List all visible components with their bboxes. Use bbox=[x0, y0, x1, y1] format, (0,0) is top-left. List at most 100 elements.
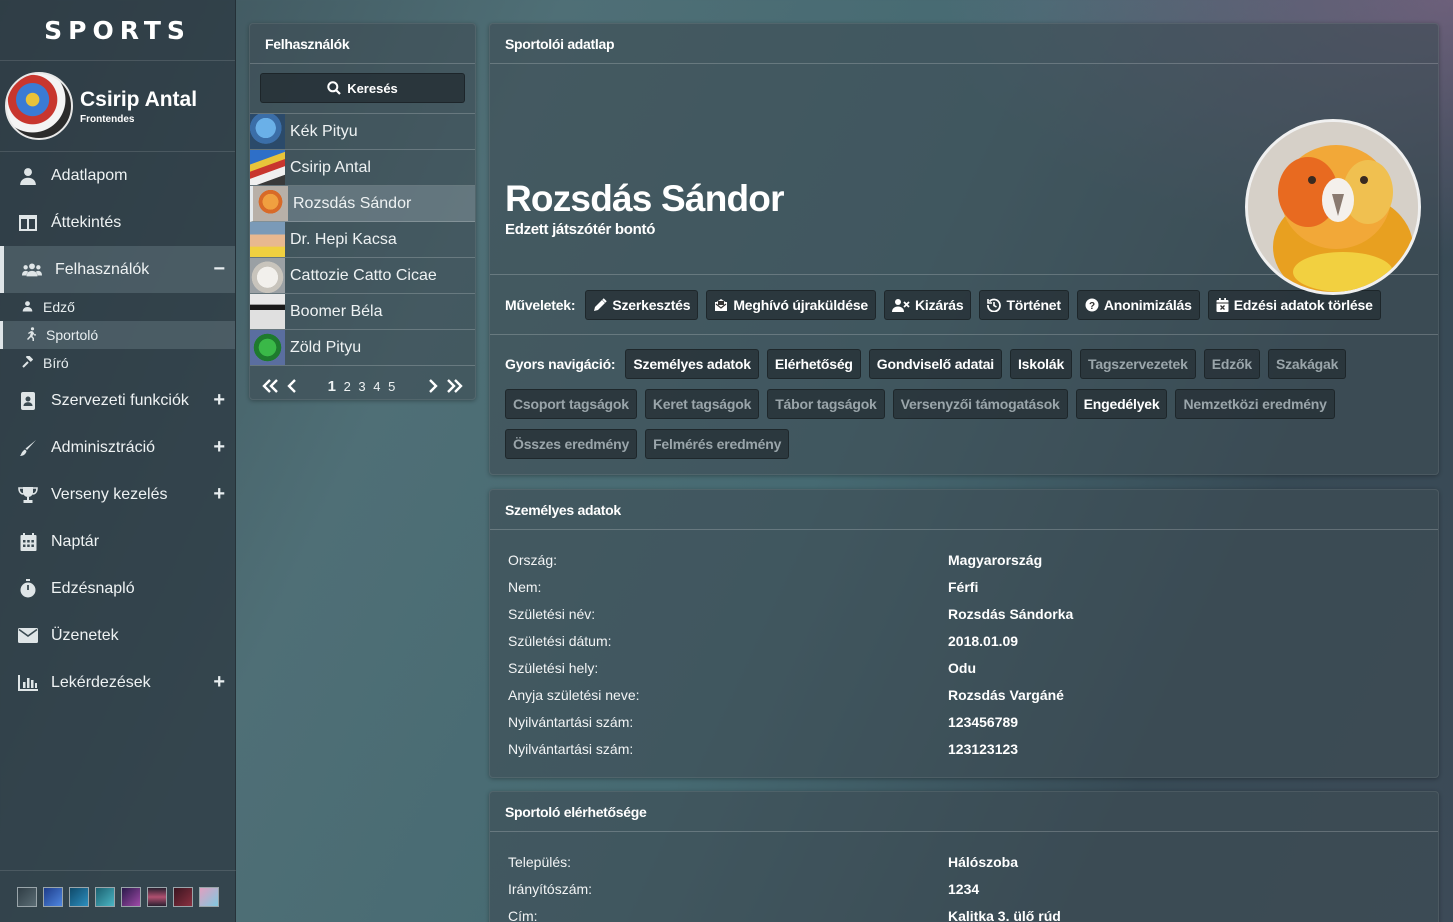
expand-icon[interactable]: + bbox=[213, 671, 225, 694]
athlete-profile-panel: Sportolói adatlap Rozsdás Sándor Edzett … bbox=[489, 23, 1439, 475]
field-label: Nyilvántartási szám: bbox=[508, 740, 634, 757]
nav-item-verseny-kezeles[interactable]: Verseny kezelés + bbox=[0, 471, 235, 518]
quicknav-group-memberships[interactable]: Csoport tagságok bbox=[505, 389, 637, 419]
next-page-icon[interactable] bbox=[428, 379, 438, 393]
quicknav-label: Gyors navigáció: bbox=[505, 356, 616, 372]
search-button[interactable]: Keresés bbox=[260, 73, 465, 103]
other-pages[interactable]: 2 3 4 5 bbox=[344, 379, 398, 394]
pagination: 1 2 3 4 5 bbox=[250, 366, 475, 406]
page-numbers[interactable]: 1 2 3 4 5 bbox=[297, 378, 428, 395]
current-user[interactable]: Csirip Antal Frontendes bbox=[0, 60, 235, 152]
nav-label: Adminisztráció bbox=[51, 438, 156, 456]
nav-label: Adatlapom bbox=[51, 166, 128, 184]
nav-label: Edzésnapló bbox=[51, 579, 135, 597]
theme-swatch[interactable] bbox=[121, 886, 141, 907]
list-item[interactable]: Rozsdás Sándor bbox=[250, 186, 475, 222]
avatar bbox=[250, 294, 285, 329]
nav-item-attekintes[interactable]: Áttekintés bbox=[0, 199, 235, 246]
theme-swatch[interactable] bbox=[147, 886, 167, 907]
theme-swatch[interactable] bbox=[69, 886, 89, 907]
actions-label: Műveletek: bbox=[505, 296, 576, 313]
quicknav-member-orgs[interactable]: Tagszervezetek bbox=[1080, 349, 1196, 379]
calendar-icon bbox=[18, 532, 38, 552]
users-icon bbox=[22, 260, 42, 280]
resend-invite-button[interactable]: Meghívó újraküldése bbox=[706, 289, 877, 320]
field-value: Rozsdás Sándorka bbox=[948, 605, 1074, 622]
ban-button[interactable]: Kizárás bbox=[884, 289, 972, 320]
quicknav-schools[interactable]: Iskolák bbox=[1009, 349, 1073, 379]
nav-label: Üzenetek bbox=[51, 626, 119, 644]
quicknav-camp-memberships[interactable]: Tábor tagságok bbox=[767, 389, 885, 419]
anonymize-button[interactable]: ? Anonimizálás bbox=[1076, 289, 1200, 320]
data-row: Nyilvántartási szám: 123123123 bbox=[490, 735, 1438, 762]
user-list-title: Felhasználók bbox=[250, 24, 475, 64]
quicknav-licenses[interactable]: Engedélyek bbox=[1075, 389, 1168, 419]
current-user-role: Frontendes bbox=[80, 113, 135, 125]
quicknav-international-results[interactable]: Nemzetközi eredmény bbox=[1175, 389, 1335, 419]
athlete-subtitle: Edzett játszótér bontó bbox=[505, 221, 656, 238]
field-value: 123123123 bbox=[948, 740, 1019, 757]
stopwatch-icon bbox=[18, 579, 38, 599]
collapse-icon[interactable]: − bbox=[213, 258, 225, 281]
data-row: Cím: Kalitka 3. ülő rúd bbox=[490, 902, 1438, 922]
nav-item-naptar[interactable]: Naptár bbox=[0, 518, 235, 565]
list-item[interactable]: Zöld Pityu bbox=[250, 330, 475, 366]
list-item[interactable]: Kék Pityu bbox=[250, 114, 475, 150]
subnav-item-sportolo[interactable]: Sportoló bbox=[0, 321, 235, 349]
prev-page-icon[interactable] bbox=[287, 379, 297, 393]
nav-item-adminisztracio[interactable]: Adminisztráció + bbox=[0, 424, 235, 471]
subnav-item-biro[interactable]: Bíró bbox=[0, 349, 235, 377]
first-page-icon[interactable] bbox=[262, 379, 280, 393]
nav-item-edzesnaplo[interactable]: Edzésnapló bbox=[0, 565, 235, 612]
data-row: Nem: Férfi bbox=[490, 573, 1438, 600]
quicknav-athlete-support[interactable]: Versenyzői támogatások bbox=[892, 389, 1068, 419]
brand-logo[interactable]: SPORTS bbox=[0, 0, 235, 60]
theme-swatch[interactable] bbox=[173, 886, 193, 907]
list-item[interactable]: Csirip Antal bbox=[250, 150, 475, 186]
address-book-icon bbox=[18, 391, 38, 411]
last-page-icon[interactable] bbox=[445, 379, 463, 393]
quicknav-personal[interactable]: Személyes adatok bbox=[625, 349, 759, 379]
theme-swatch[interactable] bbox=[199, 886, 219, 907]
quicknav-survey-results[interactable]: Felmérés eredmény bbox=[645, 429, 790, 459]
quicknav-all-results[interactable]: Összes eredmény bbox=[505, 429, 638, 459]
data-row: Születési név: Rozsdás Sándorka bbox=[490, 600, 1438, 627]
expand-icon[interactable]: + bbox=[213, 483, 225, 506]
avatar bbox=[250, 150, 285, 185]
avatar[interactable] bbox=[5, 72, 73, 140]
user-name: Kék Pityu bbox=[290, 122, 358, 140]
nav-item-lekerdezesek[interactable]: Lekérdezések + bbox=[0, 659, 235, 706]
field-label: Anyja születési neve: bbox=[508, 686, 640, 703]
nav-item-uzenetek[interactable]: Üzenetek bbox=[0, 612, 235, 659]
nav-item-felhasznalok[interactable]: Felhasználók − bbox=[0, 246, 235, 293]
quicknav-coaches[interactable]: Edzők bbox=[1203, 349, 1260, 379]
trophy-icon bbox=[18, 485, 38, 505]
nav-item-adatlapom[interactable]: Adatlapom bbox=[0, 152, 235, 199]
avatar bbox=[1245, 119, 1421, 295]
edit-button[interactable]: Szerkesztés bbox=[585, 289, 699, 320]
quicknav-squad-memberships[interactable]: Keret tagságok bbox=[644, 389, 760, 419]
quicknav-guardian[interactable]: Gondviselő adatai bbox=[868, 349, 1002, 379]
brush-icon bbox=[18, 438, 38, 458]
theme-swatch[interactable] bbox=[95, 886, 115, 907]
expand-icon[interactable]: + bbox=[213, 436, 225, 459]
delete-training-data-button[interactable]: Edzési adatok törlése bbox=[1207, 289, 1381, 320]
list-item[interactable]: Boomer Béla bbox=[250, 294, 475, 330]
main-nav: Adatlapom Áttekintés Felhasználók − bbox=[0, 152, 235, 293]
theme-swatch[interactable] bbox=[17, 886, 37, 907]
quicknav-branches[interactable]: Szakágak bbox=[1267, 349, 1347, 379]
expand-icon[interactable]: + bbox=[213, 389, 225, 412]
current-page[interactable]: 1 bbox=[328, 378, 338, 395]
user-name: Boomer Béla bbox=[290, 302, 383, 320]
history-button[interactable]: Történet bbox=[979, 289, 1069, 320]
nav-label: Verseny kezelés bbox=[51, 485, 168, 503]
subnav-item-edzo[interactable]: Edző bbox=[0, 293, 235, 321]
nav-item-szervezeti-funkciok[interactable]: Szervezeti funkciók + bbox=[0, 377, 235, 424]
list-item[interactable]: Cattozie Catto Cicae bbox=[250, 258, 475, 294]
quicknav-contact[interactable]: Elérhetőség bbox=[766, 349, 861, 379]
list-item[interactable]: Dr. Hepi Kacsa bbox=[250, 222, 475, 258]
field-label: Születési dátum: bbox=[508, 632, 612, 649]
field-value: 123456789 bbox=[948, 713, 1019, 730]
pencil-icon bbox=[594, 297, 608, 311]
theme-swatch[interactable] bbox=[43, 886, 63, 907]
